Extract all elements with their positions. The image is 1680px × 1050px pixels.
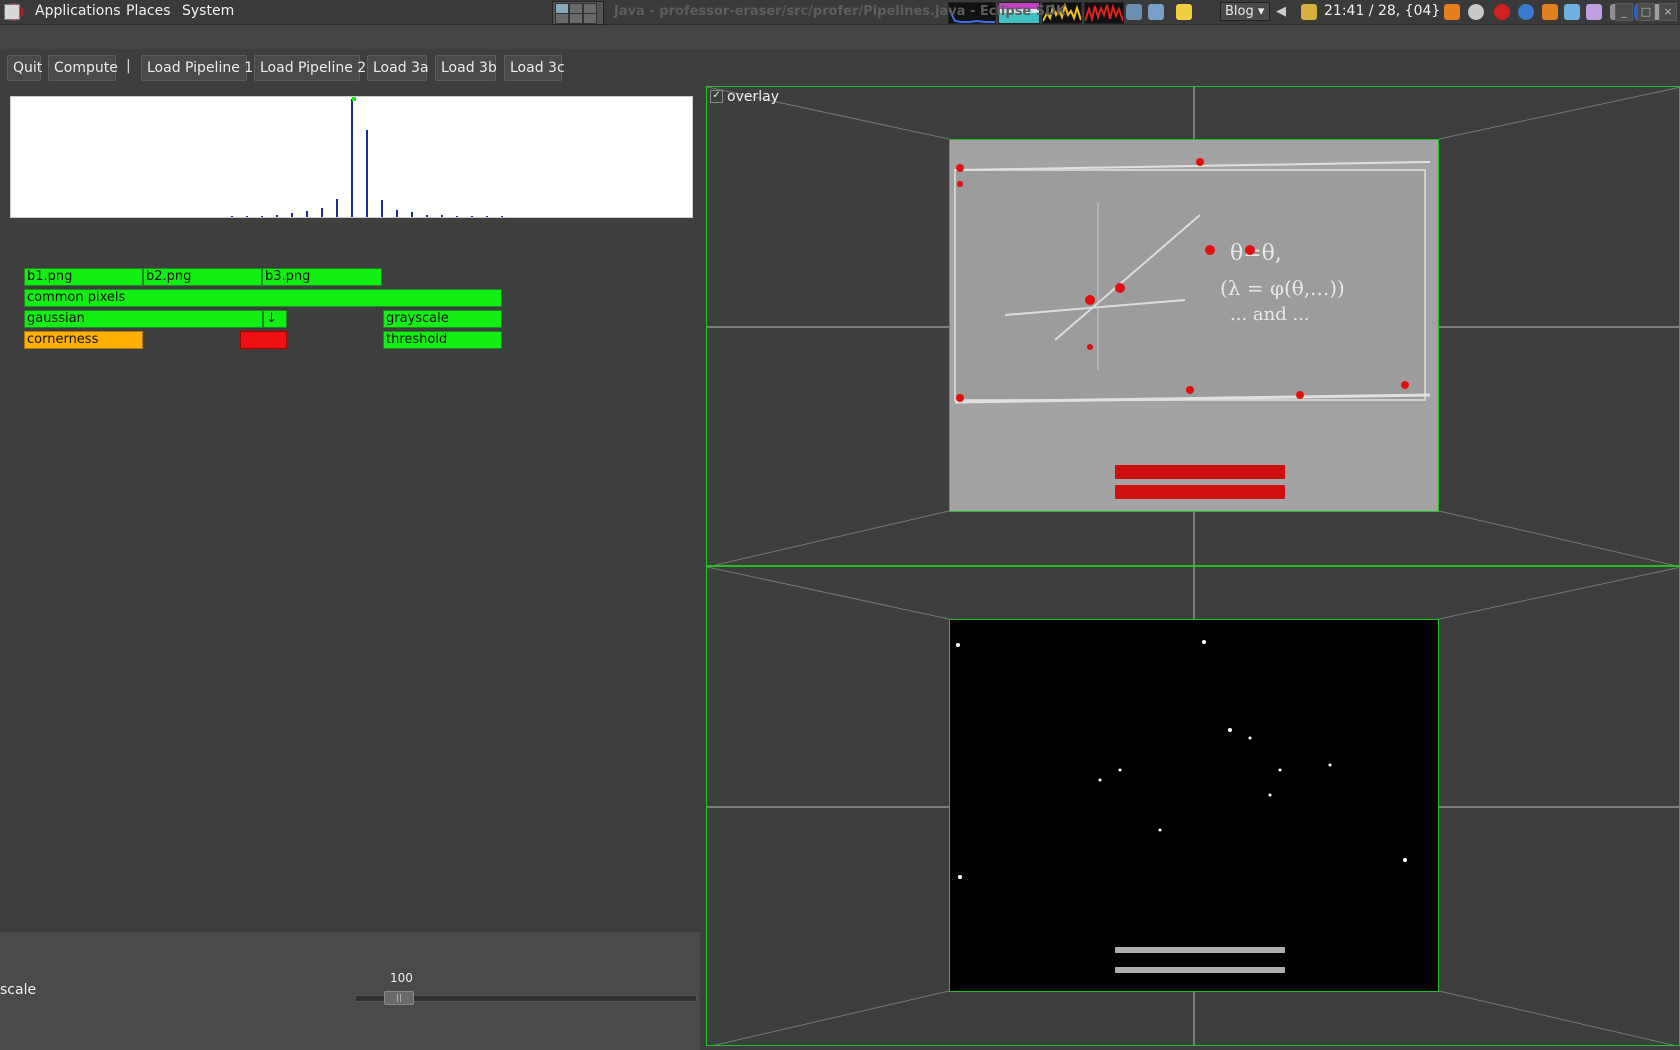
histogram-bar [231,216,233,217]
edge-image[interactable]: θ=θ, (λ = φ(θ,...)) ... and ... [949,139,1439,512]
threshold-image-content [950,620,1438,991]
node-b2[interactable]: b2.png [143,268,262,286]
histogram-bar [471,216,473,217]
quit-button[interactable]: Quit [7,55,42,81]
histogram-bar [441,215,443,217]
histogram-bar [246,216,248,217]
histogram-bars [11,97,692,217]
histogram-marker[interactable] [352,97,356,101]
node-grayscale[interactable]: grayscale [383,310,502,328]
load-pipeline-1-button[interactable]: Load Pipeline 1 [141,55,253,81]
histogram-bar [501,216,503,217]
node-common-pixels[interactable]: common pixels [24,289,502,307]
close-icon[interactable]: × [1659,3,1677,21]
histogram-bar [261,216,263,217]
svg-text:(λ = φ(θ,...)): (λ = φ(θ,...)) [1220,276,1345,300]
histogram-bar [426,215,428,217]
edge-image-content: θ=θ, (λ = φ(θ,...)) ... and ... [950,140,1438,511]
load-3b-button[interactable]: Load 3b [435,55,497,81]
histogram-bar [321,208,323,217]
overlay-checkbox[interactable]: ✓ [710,90,723,103]
overlay-viewer[interactable]: θ=θ, (λ = φ(θ,...)) ... and ... [706,86,1680,566]
slider-value: 100 [390,971,413,985]
histogram-bar [396,210,398,217]
toolbar-separator: | [126,58,131,74]
node-arrow[interactable]: ↓ [263,310,287,328]
node-b3[interactable]: b3.png [262,268,382,286]
histogram-bar [456,216,458,217]
controls-panel [0,932,700,1050]
histogram-bar [276,215,278,217]
node-error[interactable] [240,331,287,349]
node-b1[interactable]: b1.png [24,268,143,286]
load-3c-button[interactable]: Load 3c [504,55,565,81]
histogram-bar [291,213,293,217]
scale-label: scale [0,982,37,998]
histogram-bar [366,130,368,217]
histogram-bar [351,99,353,217]
svg-text:θ=θ,: θ=θ, [1230,241,1282,266]
svg-text:... and ...: ... and ... [1230,304,1310,325]
histogram [10,96,693,218]
compute-button[interactable]: Compute [48,55,118,81]
window-title: Java - professor-eraser/src/profer/Pipel… [613,4,1067,19]
node-cornerness[interactable]: cornerness [24,331,143,349]
node-threshold[interactable]: threshold [383,331,502,349]
result-viewer[interactable] [706,566,1680,1046]
histogram-bar [486,216,488,217]
load-pipeline-2-button[interactable]: Load Pipeline 2 [254,55,366,81]
window-title-bar[interactable] [0,25,1680,49]
minimize-icon[interactable]: _ [1615,3,1633,21]
maximize-icon[interactable]: □ [1637,3,1655,21]
histogram-bar [306,211,308,217]
slider-knob[interactable]: || [384,991,414,1005]
overlay-label[interactable]: overlay [727,89,779,105]
histogram-bar [381,200,383,217]
threshold-image[interactable] [949,619,1439,992]
load-3a-button[interactable]: Load 3a [367,55,429,81]
histogram-bar [336,199,338,217]
node-gaussian[interactable]: gaussian [24,310,263,328]
histogram-bar [411,212,413,217]
